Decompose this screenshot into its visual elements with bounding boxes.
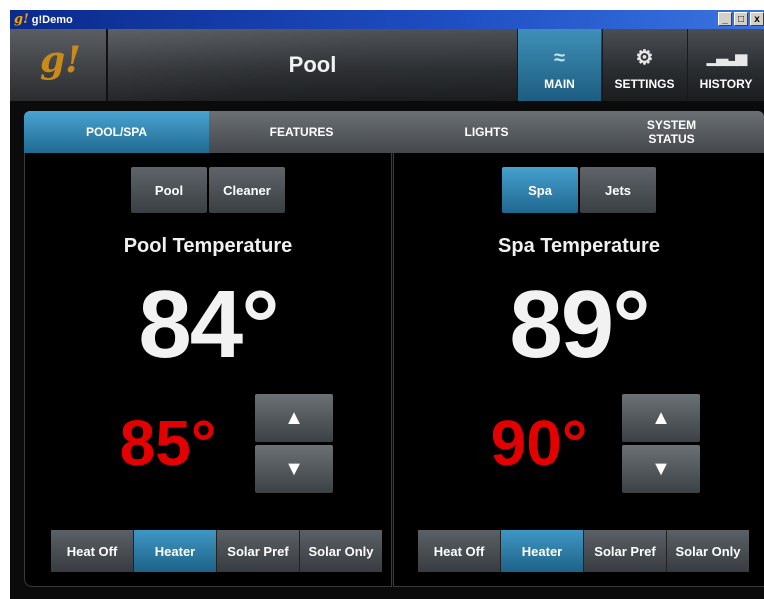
- pool-button[interactable]: Pool: [131, 167, 207, 213]
- pool-heat-mode-bar: Heat Off Heater Solar Pref Solar Only: [51, 530, 382, 572]
- spa-temp-up-button[interactable]: ▲: [622, 394, 700, 442]
- tab-pool-spa[interactable]: POOL/SPA: [24, 111, 209, 153]
- pool-solar-pref-button[interactable]: Solar Pref: [217, 530, 300, 572]
- spa-heat-off-button[interactable]: Heat Off: [418, 530, 501, 572]
- spa-temp-down-button[interactable]: ▼: [622, 445, 700, 493]
- pool-setpoint: 85°: [119, 407, 217, 479]
- jets-button[interactable]: Jets: [580, 167, 656, 213]
- nav-history-label: HISTORY: [699, 77, 753, 91]
- window-title-bar[interactable]: g! g!Demo _ □ x: [10, 10, 764, 29]
- spa-solar-pref-button[interactable]: Solar Pref: [584, 530, 667, 572]
- spa-heat-mode-bar: Heat Off Heater Solar Pref Solar Only: [418, 530, 749, 572]
- spa-temp-label: Spa Temperature: [498, 235, 660, 257]
- nav-history[interactable]: ▁▃▂▅ HISTORY: [687, 29, 764, 101]
- pool-solar-only-button[interactable]: Solar Only: [300, 530, 382, 572]
- spa-solar-only-button[interactable]: Solar Only: [667, 530, 749, 572]
- gear-icon: ⚙: [635, 47, 654, 69]
- window-title: g!Demo: [31, 13, 73, 26]
- arrow-up-icon: ▲: [284, 406, 304, 429]
- app-icon: g!: [14, 12, 29, 27]
- pool-heater-button[interactable]: Heater: [134, 530, 217, 572]
- pool-heat-off-button[interactable]: Heat Off: [51, 530, 134, 572]
- tab-lights[interactable]: LIGHTS: [394, 111, 579, 153]
- nav-settings-label: SETTINGS: [614, 77, 675, 91]
- header: g! Pool ≈ MAIN ⚙ SETTINGS ▁▃▂▅ HISTORY: [10, 29, 764, 101]
- spa-current-temp: 89°: [509, 271, 650, 378]
- bar-chart-icon: ▁▃▂▅: [706, 49, 747, 66]
- pool-temp-down-button[interactable]: ▼: [255, 445, 333, 493]
- footer-strip: [10, 587, 764, 599]
- pool-temp-up-button[interactable]: ▲: [255, 394, 333, 442]
- tab-bar: POOL/SPA FEATURES LIGHTS SYSTEM STATUS: [24, 111, 764, 153]
- nav-main-label: MAIN: [544, 77, 575, 91]
- cleaner-button[interactable]: Cleaner: [209, 167, 285, 213]
- minimize-button[interactable]: _: [718, 12, 732, 26]
- close-button[interactable]: x: [750, 12, 764, 26]
- maximize-button[interactable]: □: [734, 12, 748, 26]
- pool-water-icon: ≈: [554, 47, 565, 69]
- logo: g!: [10, 29, 108, 101]
- nav-main[interactable]: ≈ MAIN: [517, 29, 601, 101]
- app-window: g! Pool ≈ MAIN ⚙ SETTINGS ▁▃▂▅ HISTORY P…: [10, 29, 764, 599]
- arrow-up-icon: ▲: [651, 406, 671, 429]
- arrow-down-icon: ▼: [284, 457, 304, 480]
- spa-panel: Spa Jets Spa Temperature 89° 90° ▲ ▼ Hea…: [393, 153, 764, 587]
- spa-heater-button[interactable]: Heater: [501, 530, 584, 572]
- tab-system-status[interactable]: SYSTEM STATUS: [579, 111, 764, 153]
- tab-features[interactable]: FEATURES: [209, 111, 394, 153]
- spa-button[interactable]: Spa: [502, 167, 578, 213]
- spa-setpoint: 90°: [490, 407, 588, 479]
- arrow-down-icon: ▼: [651, 457, 671, 480]
- pool-temp-label: Pool Temperature: [123, 235, 293, 257]
- pool-panel: Pool Cleaner Pool Temperature 84° 85° ▲ …: [24, 153, 392, 587]
- nav-settings[interactable]: ⚙ SETTINGS: [602, 29, 686, 101]
- pool-current-temp: 84°: [138, 271, 279, 378]
- page-title: Pool: [108, 29, 517, 101]
